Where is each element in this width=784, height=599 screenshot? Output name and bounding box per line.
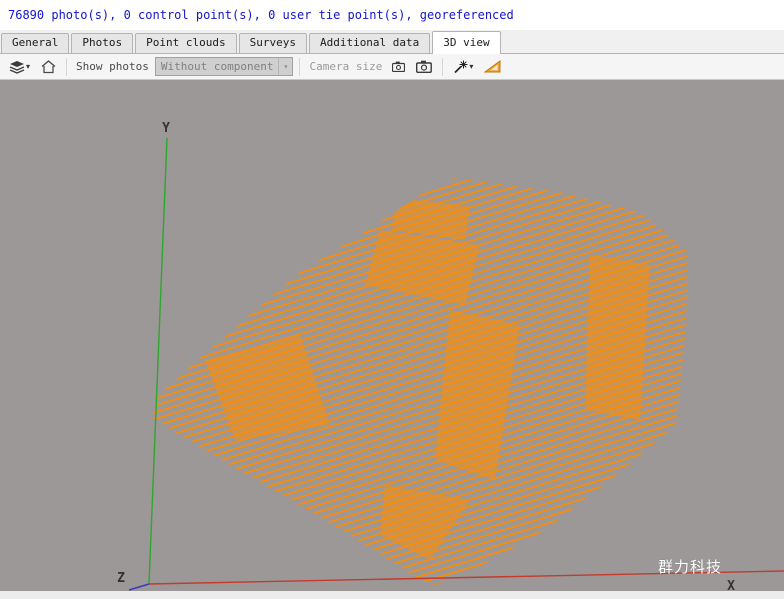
camera-small-icon (392, 61, 405, 72)
tab-additional-data[interactable]: Additional data (309, 33, 430, 53)
camera-size-label: Camera size (306, 60, 385, 73)
tab-photos[interactable]: Photos (71, 33, 133, 53)
y-axis-label: Y (162, 121, 170, 136)
camera-large-icon (416, 60, 432, 73)
x-axis-label: X (727, 579, 735, 591)
magic-wand-icon (453, 59, 468, 74)
3d-viewport[interactable]: Y Z X 群力科技 (0, 80, 784, 591)
wand-tools-button[interactable]: ▾ (449, 56, 477, 77)
measure-button[interactable] (480, 56, 505, 77)
application-window: 76890 photo(s), 0 control point(s), 0 us… (0, 0, 784, 599)
3d-scene: Y Z X (0, 80, 784, 591)
tab-general[interactable]: General (1, 33, 69, 53)
bottom-strip (0, 591, 784, 599)
layers-icon (9, 60, 25, 74)
component-select-value: Without component (161, 60, 274, 73)
layers-button[interactable]: ▾ (5, 56, 34, 77)
toolbar-separator (442, 58, 443, 76)
tab-surveys[interactable]: Surveys (239, 33, 307, 53)
show-photos-label: Show photos (73, 60, 152, 73)
camera-size-decrease-button[interactable] (388, 56, 409, 77)
home-icon (41, 60, 56, 74)
tab-bar: General Photos Point clouds Surveys Addi… (0, 30, 784, 54)
toolbar-separator (66, 58, 67, 76)
component-select: Without component ▾ (155, 57, 294, 76)
chevron-down-icon: ▾ (26, 63, 30, 71)
watermark: 群力科技 (658, 556, 722, 577)
status-text: 76890 photo(s), 0 control point(s), 0 us… (8, 8, 514, 22)
toolbar-separator (299, 58, 300, 76)
toolbar: ▾ Show photos Without component ▾ Camera… (0, 54, 784, 80)
home-button[interactable] (37, 56, 60, 77)
chevron-down-icon: ▾ (278, 58, 292, 75)
triangle-ruler-icon (484, 60, 501, 73)
status-bar: 76890 photo(s), 0 control point(s), 0 us… (0, 0, 784, 30)
camera-size-increase-button[interactable] (412, 56, 436, 77)
tab-3d-view[interactable]: 3D view (432, 31, 500, 54)
tab-point-clouds[interactable]: Point clouds (135, 33, 236, 53)
chevron-down-icon: ▾ (469, 63, 473, 71)
z-axis-label: Z (117, 571, 125, 586)
